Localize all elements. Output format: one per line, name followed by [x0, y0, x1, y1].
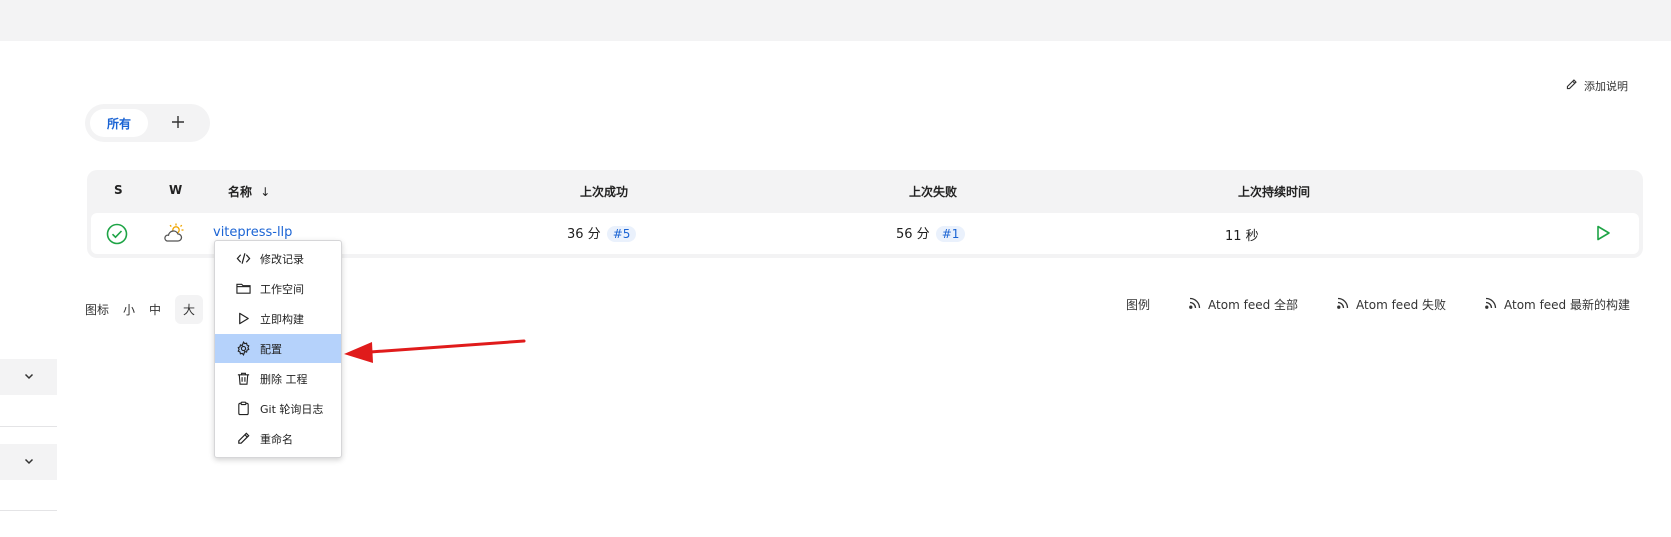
table-header: S W 名称 ↓ 上次成功 上次失败 上次持续时间	[87, 170, 1643, 212]
gear-icon	[235, 341, 251, 357]
legend-link[interactable]: 图例	[1126, 296, 1150, 313]
last-failure-build-link[interactable]: #1	[935, 226, 966, 242]
job-name[interactable]: vitepress-llp	[213, 225, 292, 240]
header-name[interactable]: 名称 ↓	[228, 183, 270, 200]
play-icon	[1594, 225, 1612, 246]
feed-all-label: Atom feed 全部	[1208, 298, 1299, 312]
menu-item-label: 重命名	[260, 432, 293, 446]
menu-item-configure[interactable]: 配置	[215, 334, 341, 363]
header-weather[interactable]: W	[169, 183, 182, 197]
add-description-link[interactable]: 添加说明	[1565, 78, 1628, 94]
success-check-icon	[106, 223, 128, 249]
menu-item-rename[interactable]: 重命名	[215, 424, 341, 453]
add-description-label: 添加说明	[1584, 80, 1628, 93]
pencil-icon	[235, 431, 251, 447]
play-icon	[235, 311, 251, 327]
legend-feeds: 图例 Atom feed 全部 Atom feed 失败 Atom feed 最…	[1126, 296, 1630, 313]
feed-latest-link[interactable]: Atom feed 最新的构建	[1484, 296, 1630, 313]
feed-latest-label: Atom feed 最新的构建	[1504, 298, 1630, 312]
partly-cloudy-icon	[161, 222, 185, 248]
menu-item-label: 删除 工程	[260, 372, 308, 386]
pencil-icon	[1565, 78, 1578, 94]
rss-icon	[1336, 296, 1350, 313]
rss-icon	[1484, 296, 1498, 313]
icon-size-small[interactable]: 小	[123, 301, 135, 318]
last-success-build-link[interactable]: #5	[606, 226, 637, 242]
sidebar-divider	[0, 510, 57, 511]
header-last-success[interactable]: 上次成功	[580, 183, 628, 200]
menu-item-label: Git 轮询日志	[260, 402, 324, 416]
build-now-button[interactable]	[1594, 224, 1612, 246]
menu-item-build-now[interactable]: 立即构建	[215, 304, 341, 333]
folder-icon	[235, 281, 251, 297]
icon-size-large[interactable]: 大	[175, 295, 204, 324]
plus-icon	[171, 115, 185, 132]
feed-all-link[interactable]: Atom feed 全部	[1188, 296, 1298, 313]
menu-item-workspace[interactable]: 工作空间	[215, 274, 341, 303]
sidebar-collapse-toggle[interactable]	[0, 359, 57, 395]
header-last-failure[interactable]: 上次失败	[909, 183, 957, 200]
rss-icon	[1188, 296, 1202, 313]
sort-arrow-icon: ↓	[260, 185, 271, 199]
header-status[interactable]: S	[114, 183, 123, 197]
icon-size-medium[interactable]: 中	[149, 301, 161, 318]
legend-label: 图例	[1126, 298, 1151, 312]
job-context-menu: 修改记录 工作空间 立即构建 配置 删除 工程 Git 轮询日志 重命名	[214, 240, 342, 458]
header-last-duration[interactable]: 上次持续时间	[1238, 183, 1310, 200]
icon-size-label: 图标	[85, 303, 110, 317]
top-bar	[0, 0, 1671, 41]
add-view-button[interactable]	[166, 111, 190, 135]
clipboard-icon	[235, 401, 251, 417]
last-success-time: 36 分	[567, 227, 601, 242]
feed-failed-link[interactable]: Atom feed 失败	[1336, 296, 1446, 313]
icon-size-selector: 图标 小 中 大	[85, 295, 204, 324]
trash-icon	[235, 371, 251, 387]
code-icon	[235, 251, 251, 267]
view-tabs: 所有	[85, 104, 210, 142]
menu-item-label: 立即构建	[260, 312, 304, 326]
sidebar-collapse-toggle[interactable]	[0, 444, 57, 480]
chevron-down-icon	[23, 370, 35, 385]
tab-all[interactable]: 所有	[90, 109, 148, 137]
header-name-label: 名称	[228, 185, 253, 199]
last-duration: 11 秒	[1225, 229, 1259, 244]
menu-item-label: 配置	[260, 342, 282, 356]
last-success-cell: 36 分 #5	[567, 223, 637, 242]
menu-item-changes[interactable]: 修改记录	[215, 244, 341, 273]
sidebar-divider	[0, 426, 57, 427]
job-name-link[interactable]: vitepress-llp	[213, 225, 292, 240]
menu-item-label: 工作空间	[260, 282, 304, 296]
menu-item-git-polling-log[interactable]: Git 轮询日志	[215, 394, 341, 423]
menu-item-label: 修改记录	[260, 252, 304, 266]
last-failure-time: 56 分	[896, 227, 930, 242]
last-failure-cell: 56 分 #1	[896, 223, 966, 242]
chevron-down-icon	[23, 455, 35, 470]
menu-item-delete-project[interactable]: 删除 工程	[215, 364, 341, 393]
feed-failed-label: Atom feed 失败	[1356, 298, 1447, 312]
